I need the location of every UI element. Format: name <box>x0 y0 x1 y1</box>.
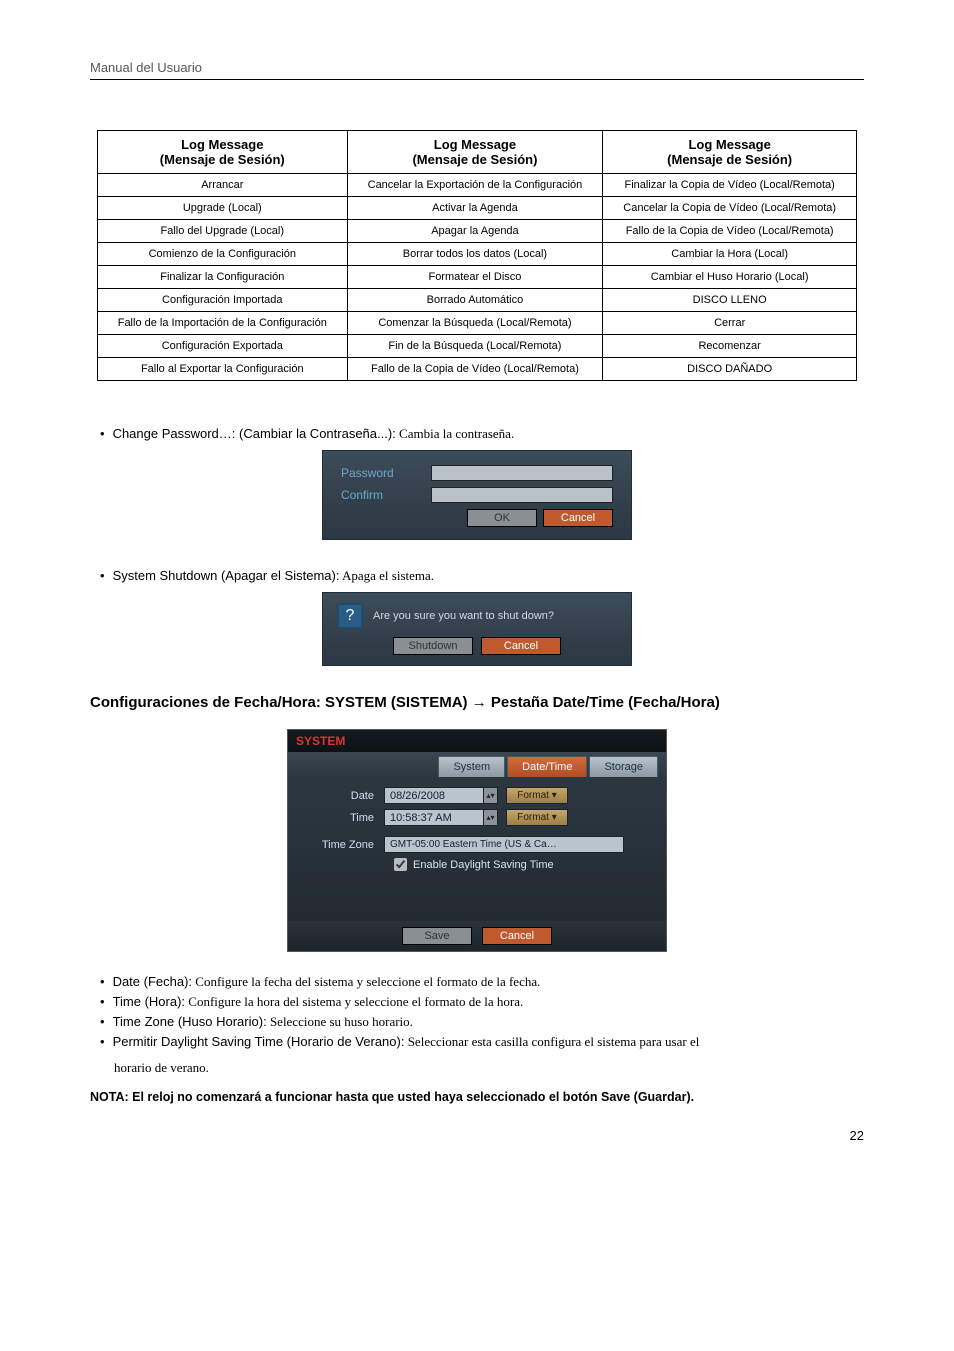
password-dialog: Password Confirm OK Cancel <box>322 450 632 540</box>
tab-system[interactable]: System <box>438 756 505 777</box>
format-button-time[interactable]: Format ▾ <box>506 809 568 826</box>
table-row: Fallo de la Importación de la Configurac… <box>98 312 857 335</box>
tab-row: System Date/Time Storage <box>288 752 666 777</box>
shutdown-dialog: ? Are you sure you want to shut down? Sh… <box>322 592 632 666</box>
header-rule <box>90 79 864 80</box>
page-number: 22 <box>90 1128 864 1143</box>
pw-label-password: Password <box>341 466 431 480</box>
bullet-shutdown: System Shutdown (Apagar el Sistema): Apa… <box>100 568 864 584</box>
desc-time: Time (Hora): Configure la hora del siste… <box>100 994 864 1010</box>
th3: Log Message(Mensaje de Sesión) <box>603 131 857 174</box>
shutdown-message: Are you sure you want to shut down? <box>373 610 554 622</box>
desc-dst-cont: horario de verano. <box>114 1060 864 1076</box>
header-title: Manual del Usuario <box>90 60 864 75</box>
table-row: Comienzo de la ConfiguraciónBorrar todos… <box>98 243 857 266</box>
save-button[interactable]: Save <box>402 927 472 945</box>
table-row: Configuración ExportadaFin de la Búsqued… <box>98 335 857 358</box>
label-date: Date <box>304 790 384 802</box>
desc-dst: Permitir Daylight Saving Time (Horario d… <box>100 1034 864 1050</box>
cancel-button[interactable]: Cancel <box>543 509 613 527</box>
desc-date: Date (Fecha): Configure la fecha del sis… <box>100 974 864 990</box>
section-heading: Configuraciones de Fecha/Hora: SYSTEM (S… <box>90 694 864 711</box>
label-timezone: Time Zone <box>304 839 384 851</box>
system-dialog: SYSTEM System Date/Time Storage Date 08/… <box>287 729 667 952</box>
bullet-change-password: Change Password…: (Cambiar la Contraseña… <box>100 426 864 442</box>
log-message-table: Log Message(Mensaje de Sesión) Log Messa… <box>97 130 857 381</box>
dst-checkbox[interactable] <box>394 858 407 871</box>
table-row: Configuración ImportadaBorrado Automátic… <box>98 289 857 312</box>
timezone-field[interactable]: GMT-05:00 Eastern Time (US & Ca… <box>384 836 624 853</box>
time-spinner[interactable]: ▴▾ <box>484 809 498 826</box>
th1: Log Message(Mensaje de Sesión) <box>98 131 348 174</box>
pw-input-password[interactable] <box>431 465 613 481</box>
dialog-titlebar: SYSTEM <box>288 730 666 752</box>
format-button-date[interactable]: Format ▾ <box>506 787 568 804</box>
table-row: Fallo al Exportar la ConfiguraciónFallo … <box>98 358 857 381</box>
pw-input-confirm[interactable] <box>431 487 613 503</box>
description-list: Date (Fecha): Configure la fecha del sis… <box>100 974 864 1050</box>
tab-datetime[interactable]: Date/Time <box>507 756 587 777</box>
time-field[interactable]: 10:58:37 AM <box>384 809 484 826</box>
dst-checkbox-row: Enable Daylight Saving Time <box>394 858 650 871</box>
table-row: ArrancarCancelar la Exportación de la Co… <box>98 174 857 197</box>
date-spinner[interactable]: ▴▾ <box>484 787 498 804</box>
date-field[interactable]: 08/26/2008 <box>384 787 484 804</box>
note-text: NOTA: El reloj no comenzará a funcionar … <box>90 1090 864 1104</box>
shutdown-button[interactable]: Shutdown <box>393 637 473 655</box>
th2: Log Message(Mensaje de Sesión) <box>347 131 603 174</box>
pw-label-confirm: Confirm <box>341 488 431 502</box>
desc-timezone: Time Zone (Huso Horario): Seleccione su … <box>100 1014 864 1030</box>
table-row: Finalizar la ConfiguraciónFormatear el D… <box>98 266 857 289</box>
tab-storage[interactable]: Storage <box>589 756 658 777</box>
question-icon: ? <box>337 603 363 629</box>
table-row: Upgrade (Local)Activar la AgendaCancelar… <box>98 197 857 220</box>
ok-button[interactable]: OK <box>467 509 537 527</box>
table-row: Fallo del Upgrade (Local)Apagar la Agend… <box>98 220 857 243</box>
dst-checkbox-label: Enable Daylight Saving Time <box>413 859 554 871</box>
cancel-button[interactable]: Cancel <box>481 637 561 655</box>
cancel-button[interactable]: Cancel <box>482 927 552 945</box>
label-time: Time <box>304 812 384 824</box>
